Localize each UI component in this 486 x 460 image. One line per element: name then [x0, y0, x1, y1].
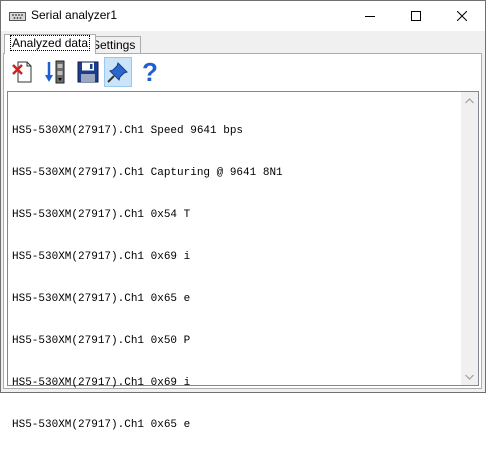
analyzed-data-panel: ? HS5-530XM(27917).Ch1 Speed 9641 bps HS…	[3, 53, 482, 431]
pin-icon	[107, 62, 128, 83]
vertical-scrollbar[interactable]	[461, 92, 478, 385]
save-icon	[77, 61, 99, 83]
import-button[interactable]	[42, 57, 70, 87]
save-button[interactable]	[74, 57, 102, 87]
clear-icon	[12, 61, 32, 83]
pin-button[interactable]	[104, 57, 132, 87]
log-line: HS5-530XM(27917).Ch1 0x54 T	[12, 209, 191, 221]
serial-analyzer-window: Serial analyzer1 Analyzed data Settings	[0, 0, 486, 431]
maximize-icon	[411, 11, 421, 21]
minimize-icon	[365, 16, 375, 17]
tab-label: Analyzed data	[10, 35, 91, 51]
tab-strip: Analyzed data Settings	[3, 34, 483, 54]
log-lines: HS5-530XM(27917).Ch1 Speed 9641 bps HS5-…	[12, 96, 283, 460]
serial-port-icon	[9, 12, 26, 21]
log-line: HS5-530XM(27917).Ch1 0x65 e	[12, 293, 191, 305]
chevron-up-icon	[465, 97, 474, 103]
chevron-down-icon	[465, 374, 474, 380]
help-button[interactable]: ?	[136, 57, 164, 87]
maximize-button[interactable]	[393, 1, 439, 31]
log-line: HS5-530XM(27917).Ch1 0x69 i	[12, 377, 191, 389]
log-line: HS5-530XM(27917).Ch1 0x50 P	[12, 335, 191, 347]
import-icon	[45, 60, 65, 84]
log-line: HS5-530XM(27917).Ch1 0x69 i	[12, 251, 191, 263]
log-line: HS5-530XM(27917).Ch1 Capturing @ 9641 8N…	[12, 167, 283, 179]
title-bar[interactable]: Serial analyzer1	[1, 1, 485, 31]
analyzed-data-log[interactable]: HS5-530XM(27917).Ch1 Speed 9641 bps HS5-…	[7, 91, 479, 431]
help-icon: ?	[142, 57, 158, 87]
close-icon	[457, 11, 467, 21]
minimize-button[interactable]	[347, 1, 393, 31]
clear-button[interactable]	[8, 57, 36, 87]
window-title: Serial analyzer1	[31, 8, 118, 22]
scroll-down-button[interactable]	[461, 368, 478, 385]
close-button[interactable]	[439, 1, 485, 31]
log-line: HS5-530XM(27917).Ch1 Speed 9641 bps	[12, 125, 244, 137]
scroll-up-button[interactable]	[461, 92, 478, 109]
tab-label: Settings	[92, 38, 136, 52]
log-line: HS5-530XM(27917).Ch1 0x65 e	[12, 419, 191, 431]
tab-analyzed-data[interactable]: Analyzed data	[4, 34, 97, 54]
